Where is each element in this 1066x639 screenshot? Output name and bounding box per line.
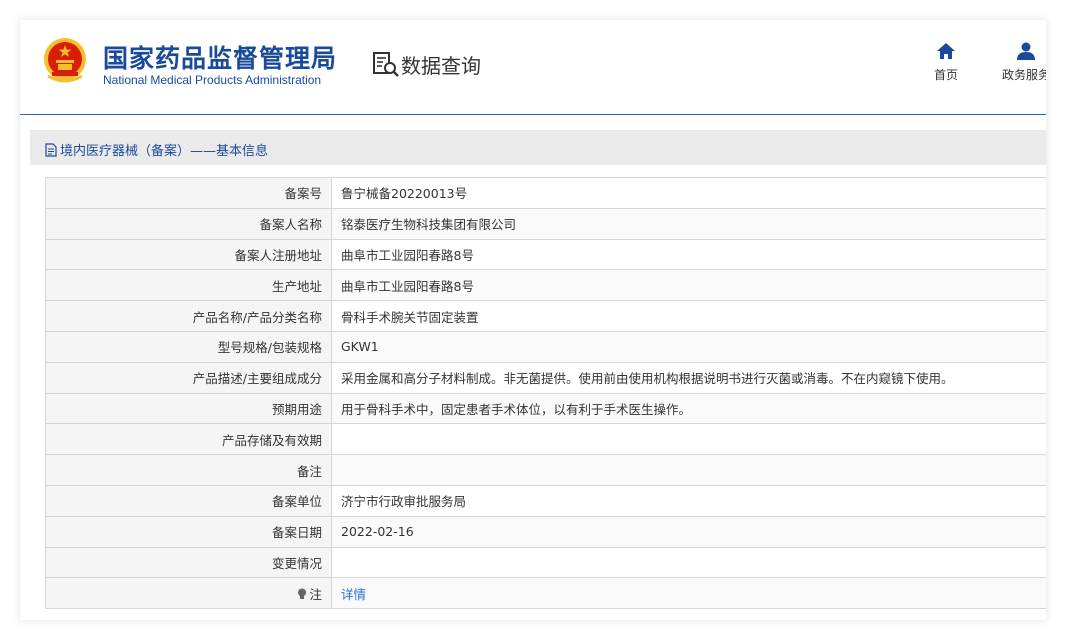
row-value <box>331 454 1046 486</box>
table-row: 备注 <box>45 454 1046 486</box>
row-label: 备案人注册地址 <box>45 238 332 271</box>
row-value <box>331 546 1046 579</box>
row-label: 产品存储及有效期 <box>45 423 332 456</box>
home-icon <box>937 43 955 59</box>
nav-gov-services-label: 政务服务 <box>1001 68 1046 82</box>
table-row: 型号规格/包装规格 GKW1 <box>45 330 1046 363</box>
row-label: 产品描述/主要组成成分 <box>45 361 332 394</box>
row-label: 生产地址 <box>45 269 332 302</box>
row-label: 备案日期 <box>45 515 332 548</box>
data-query-icon <box>373 52 399 77</box>
row-value: 采用金属和高分子材料制成。非无菌提供。使用前由使用机构根据说明书进行灭菌或消毒。… <box>331 361 1046 394</box>
row-value: 济宁市行政审批服务局 <box>331 484 1046 517</box>
row-label: 变更情况 <box>45 546 332 579</box>
national-emblem-icon <box>44 38 86 83</box>
note-label: 注 <box>309 586 322 602</box>
table-row: 生产地址 曲阜市工业园阳春路8号 <box>45 269 1046 302</box>
org-name-en: National Medical Products Administration <box>103 73 322 87</box>
row-label: 产品名称/产品分类名称 <box>45 300 332 332</box>
row-value: 用于骨科手术中，固定患者手术体位，以有利于手术医生操作。 <box>331 392 1046 425</box>
user-icon <box>1017 42 1035 60</box>
panel-title-text: 境内医疗器械（备案）——基本信息 <box>60 144 269 159</box>
data-query-title: 数据查询 <box>401 54 481 78</box>
note-label-cell: 注 <box>45 577 332 610</box>
table-row: 备案人注册地址 曲阜市工业园阳春路8号 <box>45 238 1046 271</box>
row-label: 备注 <box>45 454 332 486</box>
panel-title: 境内医疗器械（备案）——基本信息 <box>45 140 268 159</box>
table-row: 备案人名称 铭泰医疗生物科技集团有限公司 <box>45 207 1046 240</box>
nav-gov-services[interactable]: 政务服务 <box>996 42 1046 83</box>
panel-title-bar: 境内医疗器械（备案）——基本信息 <box>30 130 1046 165</box>
info-table: 备案号 鲁宁械备20220013号 备案人名称 铭泰医疗生物科技集团有限公司 备案人注册… <box>45 177 1046 610</box>
table-row-note: 注 详情 <box>45 577 1046 610</box>
org-name-cn: 国家药品监督管理局 <box>103 44 338 73</box>
detail-panel: 境内医疗器械（备案）——基本信息 备案号 鲁宁械备20220013号 备案人名称 铭泰… <box>30 130 1046 620</box>
table-row: 预期用途 用于骨科手术中，固定患者手术体位，以有利于手术医生操作。 <box>45 392 1046 425</box>
table-row: 产品存储及有效期 <box>45 423 1046 456</box>
row-value: 铭泰医疗生物科技集团有限公司 <box>331 207 1046 240</box>
nav-home[interactable]: 首页 <box>928 42 964 83</box>
nav-home-label: 首页 <box>933 68 958 82</box>
document-icon <box>45 142 57 157</box>
site-header: 国家药品监督管理局 National Medical Products Admi… <box>20 20 1046 115</box>
row-value: 曲阜市工业园阳春路8号 <box>331 238 1046 271</box>
row-value <box>331 423 1046 456</box>
table-row: 备案号 鲁宁械备20220013号 <box>45 177 1046 209</box>
note-value-cell: 详情 <box>331 577 1046 610</box>
row-value: 鲁宁械备20220013号 <box>331 177 1046 209</box>
row-label: 型号规格/包装规格 <box>45 330 332 363</box>
table-row: 产品名称/产品分类名称 骨科手术腕关节固定装置 <box>45 300 1046 332</box>
table-row: 变更情况 <box>45 546 1046 579</box>
row-label: 备案号 <box>45 177 332 209</box>
page: 国家药品监督管理局 National Medical Products Admi… <box>20 20 1046 620</box>
table-row: 备案单位 济宁市行政审批服务局 <box>45 484 1046 517</box>
row-value: GKW1 <box>331 330 1046 363</box>
row-value: 曲阜市工业园阳春路8号 <box>331 269 1046 302</box>
table-row: 产品描述/主要组成成分 采用金属和高分子材料制成。非无菌提供。使用前由使用机构根据… <box>45 361 1046 394</box>
row-label: 备案人名称 <box>45 207 332 240</box>
info-table-body: 备案号 鲁宁械备20220013号 备案人名称 铭泰医疗生物科技集团有限公司 备案人注册… <box>45 177 1046 610</box>
row-value: 骨科手术腕关节固定装置 <box>331 300 1046 332</box>
details-link[interactable]: 详情 <box>341 587 366 602</box>
row-label: 预期用途 <box>45 392 332 425</box>
table-row: 备案日期 2022-02-16 <box>45 515 1046 548</box>
lightbulb-icon <box>298 588 307 599</box>
row-value: 2022-02-16 <box>331 515 1046 548</box>
row-label: 备案单位 <box>45 484 332 517</box>
